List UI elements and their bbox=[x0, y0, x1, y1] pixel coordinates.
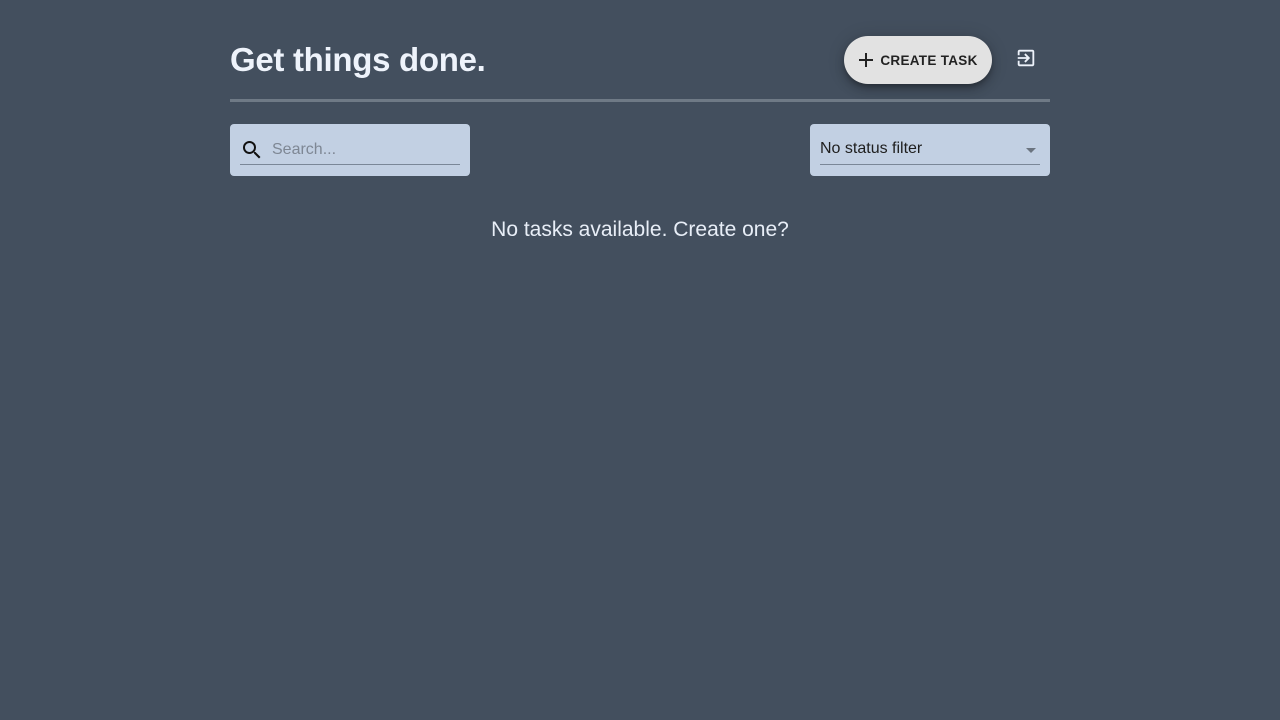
search-icon bbox=[240, 138, 264, 162]
logout-button[interactable] bbox=[1012, 46, 1040, 74]
toolbar: No status filter bbox=[230, 102, 1050, 176]
search-input[interactable] bbox=[272, 138, 452, 162]
page-title: Get things done. bbox=[230, 41, 486, 78]
plus-icon bbox=[856, 50, 876, 70]
empty-state-message: No tasks available. Create one? bbox=[491, 218, 789, 241]
search-field bbox=[230, 124, 470, 176]
create-task-button[interactable]: CREATE TASK bbox=[844, 36, 992, 84]
logout-icon bbox=[1015, 47, 1037, 74]
create-task-label: CREATE TASK bbox=[880, 52, 978, 68]
status-filter-underline bbox=[820, 164, 1040, 165]
chevron-down-icon bbox=[1026, 148, 1036, 153]
status-filter-select[interactable]: No status filter bbox=[810, 124, 1050, 176]
app-container: Get things done. CREATE TASK Search... N… bbox=[230, 0, 1050, 241]
search-underline bbox=[240, 164, 460, 165]
header: Get things done. CREATE TASK bbox=[230, 0, 1050, 102]
status-filter-value: No status filter bbox=[820, 140, 923, 157]
